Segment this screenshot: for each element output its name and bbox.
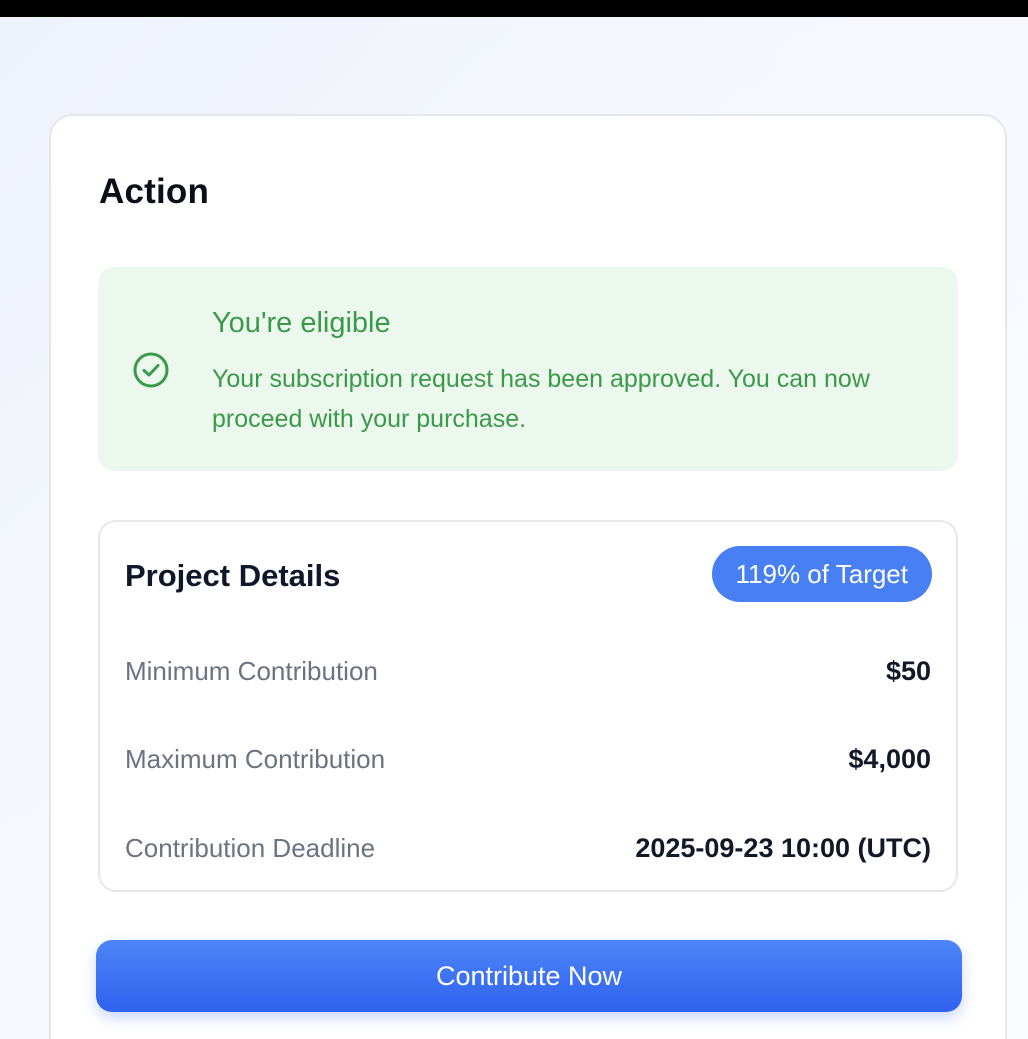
project-details-panel: Project Details 119% of Target Minimum C… — [98, 520, 958, 892]
detail-row-minimum: Minimum Contribution $50 — [125, 656, 931, 696]
check-circle-icon — [132, 351, 170, 389]
eligibility-alert: You're eligible Your subscription reques… — [98, 267, 958, 471]
action-card: Action You're eligible Your subscription… — [49, 114, 1007, 1039]
detail-value: $4,000 — [848, 744, 931, 774]
detail-row-deadline: Contribution Deadline 2025-09-23 10:00 (… — [125, 833, 931, 873]
detail-value: $50 — [885, 656, 931, 686]
detail-label: Maximum Contribution — [125, 744, 386, 774]
detail-label: Minimum Contribution — [125, 656, 378, 686]
detail-label: Contribution Deadline — [125, 833, 376, 863]
project-details-title: Project Details — [125, 558, 341, 593]
alert-message: Your subscription request has been appro… — [212, 365, 870, 433]
detail-row-maximum: Maximum Contribution $4,000 — [125, 744, 931, 784]
target-badge: 119% of Target — [711, 546, 932, 602]
alert-title: You're eligible — [212, 307, 391, 339]
contribute-now-button[interactable]: Contribute Now — [96, 940, 962, 1012]
top-bar — [0, 0, 1028, 17]
card-title: Action — [99, 172, 210, 211]
detail-value: 2025-09-23 10:00 (UTC) — [635, 833, 931, 863]
